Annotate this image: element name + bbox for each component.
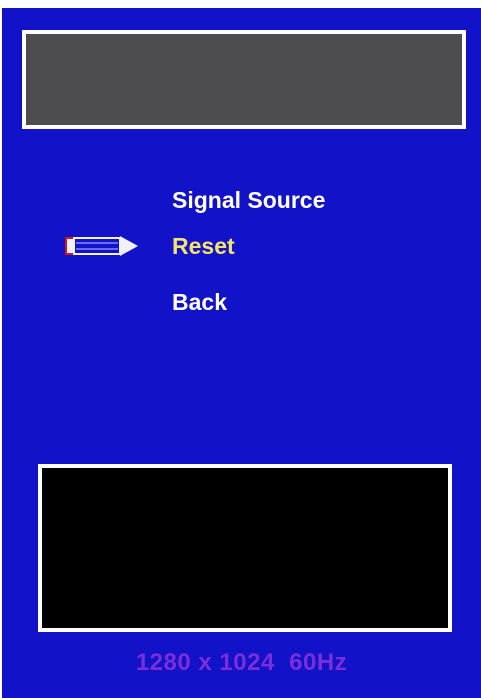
preview-box (38, 464, 452, 632)
menu-item-signal-source[interactable]: Signal Source (172, 186, 325, 214)
title-box (22, 30, 466, 129)
resolution-status: 1280 x 1024 60Hz (135, 649, 348, 676)
pencil-pointer-icon (65, 236, 138, 256)
menu-item-reset[interactable]: Reset (172, 232, 235, 260)
osd-panel: Signal Source Reset Back 1280 x 1024 60H… (2, 8, 481, 698)
menu-item-back[interactable]: Back (172, 288, 227, 316)
